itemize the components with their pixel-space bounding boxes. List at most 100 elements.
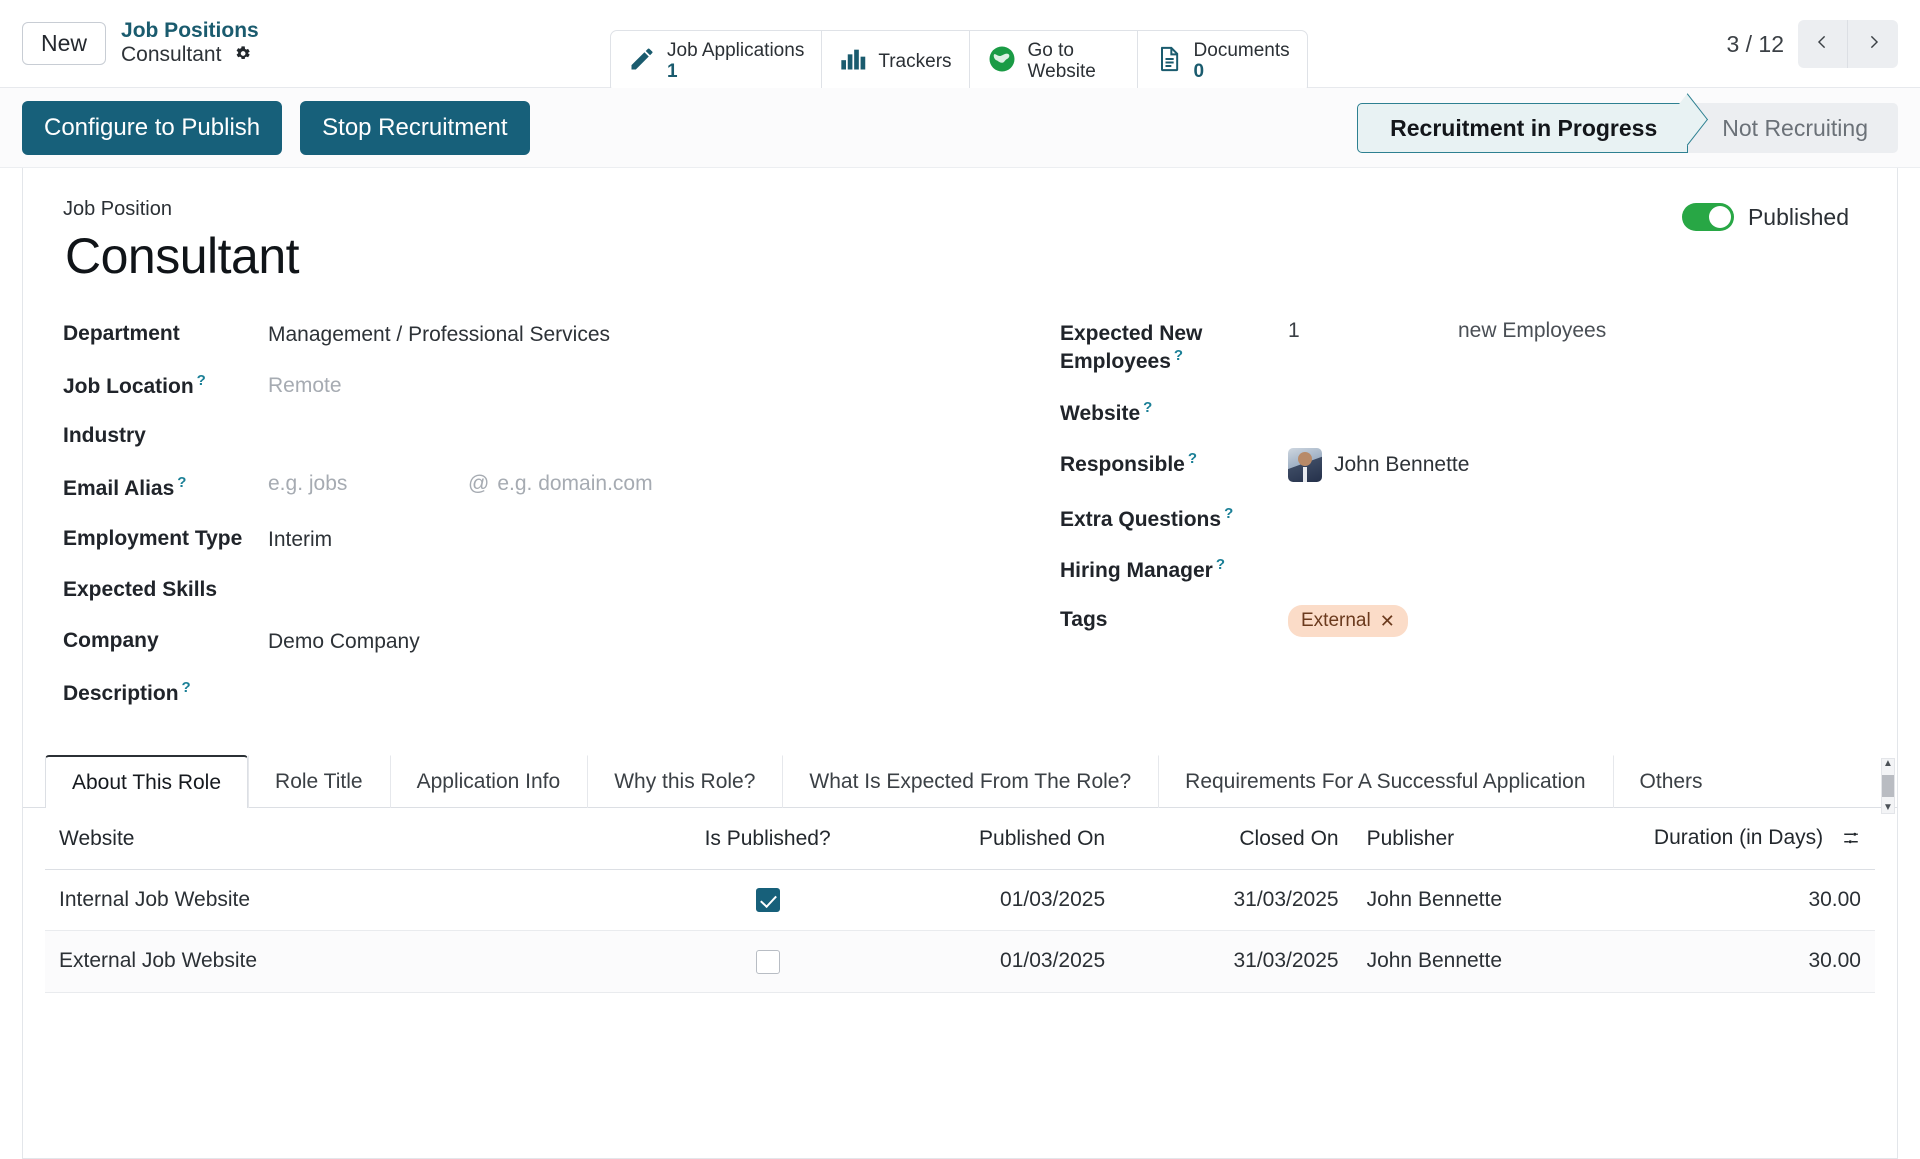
avatar (1288, 447, 1322, 482)
pager-previous-button[interactable] (1798, 20, 1848, 68)
chevron-right-icon (1865, 30, 1882, 59)
cell-duration[interactable]: 30.00 (1639, 930, 1875, 993)
help-icon[interactable]: ? (177, 474, 186, 491)
column-header-publisher[interactable]: Publisher (1352, 807, 1640, 870)
stat-label: Go to Website (1027, 40, 1096, 83)
column-header-is-published[interactable]: Is Published? (650, 807, 885, 870)
tab-requirements-for-a-successful-application[interactable]: Requirements For A Successful Applicatio… (1158, 754, 1612, 808)
field-tags: Tags External ✕ (1060, 605, 1857, 638)
field-label: Tags (1060, 608, 1108, 632)
cell-publisher[interactable]: John Bennette (1352, 930, 1640, 993)
published-toggle[interactable] (1681, 203, 1734, 231)
cell-is-published[interactable] (650, 869, 885, 932)
field-label: Expected Skills (63, 577, 218, 601)
field-columns: Department Management / Professional Ser… (63, 319, 1857, 728)
new-button[interactable]: New (22, 21, 107, 66)
sliders-icon[interactable] (1841, 829, 1861, 853)
table-row[interactable]: Internal Job Website 01/03/2025 31/03/20… (45, 869, 1875, 932)
help-icon[interactable]: ? (1174, 347, 1183, 364)
chevron-left-icon (1814, 30, 1831, 59)
scrollbar-thumb[interactable] (1882, 774, 1894, 797)
column-header-website[interactable]: Website (45, 807, 651, 870)
stat-value: 0 (1193, 61, 1205, 83)
expected-new-employees-row: 1 new Employees (1288, 319, 1606, 343)
help-icon[interactable]: ? (197, 372, 206, 389)
scroll-down-icon[interactable]: ▼ (1883, 802, 1893, 813)
help-icon[interactable]: ? (1224, 505, 1233, 522)
notebook: About This Role Role Title Application I… (23, 754, 1897, 993)
stat-button-go-to-website[interactable]: Go to Website (970, 31, 1138, 92)
notebook-tabs: About This Role Role Title Application I… (23, 754, 1897, 814)
is-published-checkbox[interactable] (755, 888, 780, 913)
stop-recruitment-button[interactable]: Stop Recruitment (300, 100, 530, 155)
cell-is-published[interactable] (650, 930, 885, 993)
job-location-value[interactable]: Remote (268, 370, 342, 399)
help-icon[interactable]: ? (182, 679, 191, 696)
cell-published-on[interactable]: 01/03/2025 (884, 869, 1120, 932)
tab-application-info[interactable]: Application Info (389, 754, 588, 808)
responsible-value[interactable]: John Bennette (1334, 453, 1469, 477)
status-stage-not-recruiting[interactable]: Not Recruiting (1688, 103, 1898, 153)
cell-publisher[interactable]: John Bennette (1352, 869, 1640, 932)
left-column: Department Management / Professional Ser… (63, 319, 960, 728)
field-company: Company Demo Company (63, 626, 960, 656)
tab-why-this-role[interactable]: Why this Role? (587, 754, 782, 808)
pager-next-button[interactable] (1848, 20, 1898, 68)
field-label: Website? (1060, 398, 1153, 425)
cell-closed-on[interactable]: 31/03/2025 (1119, 930, 1353, 993)
tabs-scrollbar[interactable]: ▲ ▼ (1881, 757, 1895, 814)
is-published-checkbox[interactable] (755, 949, 780, 974)
pencil-icon (628, 45, 656, 78)
table-row[interactable]: External Job Website 01/03/2025 31/03/20… (45, 930, 1875, 993)
field-label: Department (63, 322, 180, 345)
help-icon[interactable]: ? (1188, 450, 1197, 467)
email-alias-domain-input[interactable]: e.g. domain.com (497, 472, 652, 496)
cell-website[interactable]: External Job Website (45, 930, 651, 993)
department-value[interactable]: Management / Professional Services (268, 319, 610, 348)
cell-duration[interactable]: 30.00 (1639, 869, 1875, 932)
stat-button-job-applications[interactable]: Job Applications 1 (611, 31, 823, 92)
employment-type-value[interactable]: Interim (268, 524, 332, 553)
responsible-row: John Bennette (1288, 447, 1469, 482)
right-column: Expected New Employees? 1 new Employees … (960, 319, 1857, 728)
field-job-location: Job Location? Remote (63, 370, 960, 400)
page-title[interactable]: Consultant (65, 227, 1857, 285)
field-extra-questions: Extra Questions? (1060, 503, 1857, 533)
close-icon[interactable]: ✕ (1380, 611, 1395, 632)
field-label: Description? (63, 678, 191, 705)
tab-role-title[interactable]: Role Title (248, 754, 390, 808)
column-header-published-on[interactable]: Published On (884, 807, 1120, 870)
expected-new-employees-suffix: new Employees (1458, 319, 1607, 342)
table-header-row: Website Is Published? Published On Close… (45, 807, 1875, 870)
published-toggle-group: Published (1681, 203, 1849, 231)
cell-closed-on[interactable]: 31/03/2025 (1119, 869, 1353, 932)
tab-others[interactable]: Others (1612, 754, 1730, 808)
tab-about-this-role[interactable]: About This Role (45, 754, 249, 808)
email-alias-local-input[interactable]: e.g. jobs (268, 472, 468, 496)
column-header-closed-on[interactable]: Closed On (1119, 807, 1353, 870)
website-publication-table: Website Is Published? Published On Close… (45, 807, 1875, 993)
published-label: Published (1747, 203, 1849, 230)
gear-icon[interactable] (233, 44, 252, 68)
configure-to-publish-button[interactable]: Configure to Publish (22, 100, 283, 155)
help-icon[interactable]: ? (1216, 556, 1225, 573)
stat-button-group: Job Applications 1 Trackers Go to Websit… (610, 30, 1308, 93)
cell-website[interactable]: Internal Job Website (45, 869, 651, 932)
expected-new-employees-value[interactable]: 1 (1288, 319, 1458, 343)
stat-button-documents[interactable]: Documents 0 (1138, 31, 1307, 92)
tab-what-is-expected-from-the-role[interactable]: What Is Expected From The Role? (782, 754, 1158, 808)
help-icon[interactable]: ? (1143, 399, 1152, 416)
company-value[interactable]: Demo Company (268, 626, 420, 655)
field-employment-type: Employment Type Interim (63, 524, 960, 554)
tag-external[interactable]: External ✕ (1288, 605, 1408, 638)
status-stage-recruitment-in-progress[interactable]: Recruitment in Progress (1357, 103, 1689, 153)
cell-published-on[interactable]: 01/03/2025 (884, 930, 1120, 993)
field-label: Hiring Manager? (1060, 556, 1226, 582)
stat-button-trackers[interactable]: Trackers (822, 31, 970, 92)
breadcrumb-parent[interactable]: Job Positions (121, 19, 259, 43)
document-icon (1155, 45, 1183, 78)
stat-text: Go to Website (1028, 40, 1120, 83)
column-header-duration[interactable]: Duration (in Days) (1639, 807, 1875, 870)
field-label: Extra Questions? (1060, 504, 1234, 531)
scroll-up-icon[interactable]: ▲ (1883, 758, 1893, 769)
